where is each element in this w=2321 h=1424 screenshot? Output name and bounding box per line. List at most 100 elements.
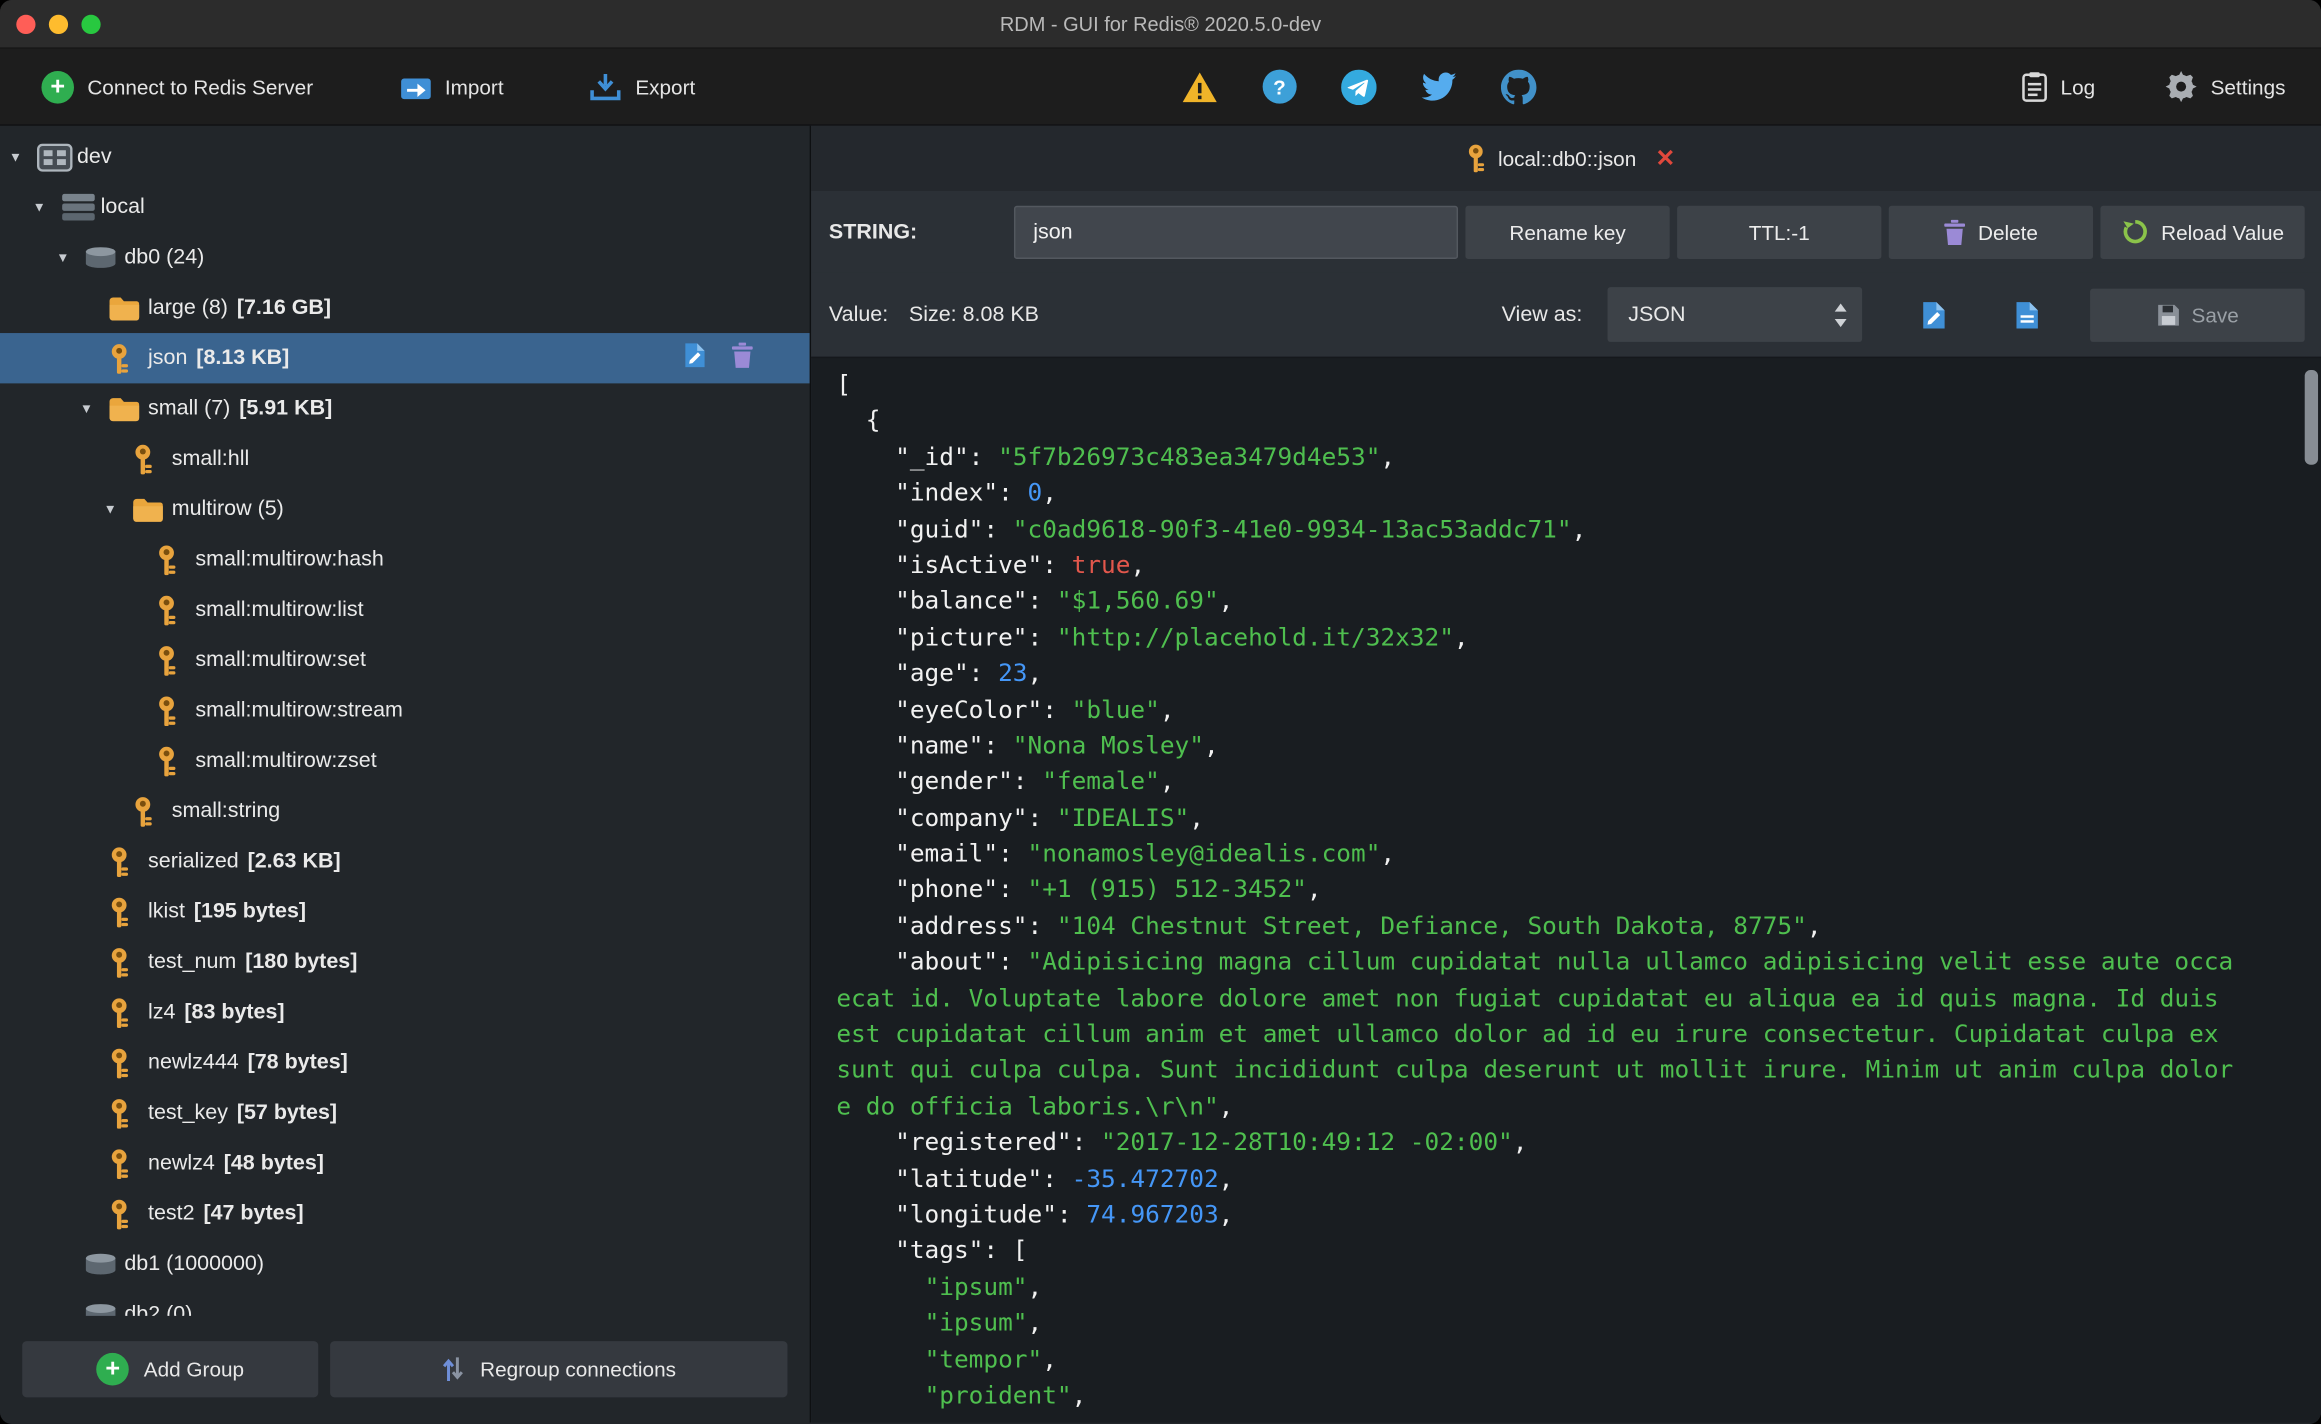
json-viewer[interactable]: [ { "_id": "5f7b26973c483ea3479d4e53", "…	[811, 358, 2321, 1422]
key-icon	[108, 1148, 148, 1179]
twitter-icon[interactable]	[1421, 71, 1457, 102]
tab-local-db0-json[interactable]: local::db0::json ✕	[1465, 144, 1675, 174]
tree-item-large[interactable]: large (8) [7.16 GB]	[0, 283, 810, 333]
connect-to-redis-button[interactable]: + Connect to Redis Server	[41, 70, 313, 103]
zoom-window-button[interactable]	[81, 14, 101, 34]
log-button[interactable]: Log	[2022, 71, 2095, 102]
minimize-window-button[interactable]	[48, 14, 69, 34]
expand-arrow-icon[interactable]: ▼	[33, 200, 61, 215]
toolbar-right-group: Log Settings	[2022, 71, 2321, 103]
import-button[interactable]: Import	[399, 73, 504, 100]
main-area: ▼ dev ▼ local ▼ db0 (24) large (8) [7.16 GB] jso…	[0, 125, 2321, 1423]
rename-key-button[interactable]: Rename key	[1465, 205, 1670, 259]
tree-item-small-string[interactable]: small:string	[0, 786, 810, 836]
reload-value-button[interactable]: Reload Value	[2100, 205, 2305, 259]
help-icon[interactable]: ?	[1262, 69, 1297, 104]
tree-item-serialized[interactable]: serialized [2.63 KB]	[0, 836, 810, 886]
view-as-select[interactable]: JSON	[1607, 287, 1863, 342]
sidebar: ▼ dev ▼ local ▼ db0 (24) large (8) [7.16 GB] jso…	[0, 125, 812, 1423]
export-label: Export	[635, 74, 696, 99]
tree-item-newlz4[interactable]: newlz4 [48 bytes]	[0, 1138, 810, 1188]
tree-item-db0[interactable]: ▼ db0 (24)	[0, 232, 810, 282]
json-line: "tempor",	[924, 1344, 1057, 1373]
tree-item-lkist[interactable]: lkist [195 bytes]	[0, 887, 810, 937]
tree-item-db2[interactable]: db2 (0)	[0, 1289, 810, 1316]
tree-item-size: [78 bytes]	[247, 1050, 348, 1075]
key-icon	[132, 796, 172, 827]
tree-item-actions	[684, 342, 754, 375]
json-line: "latitude": -35.472702,	[836, 1164, 1234, 1193]
tree-item-newlz444[interactable]: newlz444 [78 bytes]	[0, 1038, 810, 1088]
github-icon[interactable]	[1500, 68, 1537, 105]
expand-arrow-icon[interactable]: ▼	[80, 401, 108, 416]
value-panel: local::db0::json ✕ STRING: Rename key TT…	[811, 125, 2321, 1423]
view-as-text-button[interactable]	[2015, 300, 2040, 330]
value-label: Value:	[828, 302, 889, 327]
save-floppy-icon	[2156, 303, 2180, 327]
regroup-connections-button[interactable]: Regroup connections	[330, 1341, 788, 1398]
tree-item-small-multirow-hash[interactable]: small:multirow:hash	[0, 534, 810, 584]
db-icon	[84, 1252, 124, 1276]
tree-item-multirow[interactable]: ▼ multirow (5)	[0, 484, 810, 534]
key-icon	[1465, 144, 1486, 174]
tree-item-small-multirow-zset[interactable]: small:multirow:zset	[0, 736, 810, 786]
tab-close-icon[interactable]: ✕	[1655, 144, 1675, 174]
json-line: "age": 23,	[836, 658, 1043, 688]
ttl-button[interactable]: TTL:-1	[1677, 205, 1882, 259]
connection-tree: ▼ dev ▼ local ▼ db0 (24) large (8) [7.16 GB] jso…	[0, 126, 810, 1316]
tree-item-lz4[interactable]: lz4 [83 bytes]	[0, 987, 810, 1037]
telegram-icon[interactable]	[1340, 68, 1377, 105]
key-icon	[155, 594, 195, 625]
tree-item-small-multirow-list[interactable]: small:multirow:list	[0, 585, 810, 635]
settings-button[interactable]: Settings	[2166, 71, 2285, 103]
tree-item-label: large (8)	[148, 296, 228, 320]
view-as-value: JSON	[1628, 302, 1686, 327]
tab-title: local::db0::json	[1497, 146, 1637, 171]
tree-item-test2[interactable]: test2 [47 bytes]	[0, 1189, 810, 1239]
json-line: "proident",	[924, 1380, 1087, 1410]
regroup-arrows-icon	[442, 1356, 466, 1383]
plus-icon: +	[96, 1352, 129, 1386]
json-line: "email": "nonamosley@idealis.com",	[836, 839, 1396, 868]
key-icon	[108, 896, 148, 927]
export-button[interactable]: Export	[589, 72, 695, 102]
expand-arrow-icon[interactable]: ▼	[9, 150, 37, 165]
tree-item-dev[interactable]: ▼ dev	[0, 132, 810, 182]
key-icon	[108, 343, 148, 374]
toolbar: + Connect to Redis Server Import Export …	[0, 48, 2321, 126]
json-line: "name": "Nona Mosley",	[836, 731, 1219, 760]
tree-item-small[interactable]: ▼ small (7) [5.91 KB]	[0, 383, 810, 433]
open-in-editor-button[interactable]	[1921, 300, 1946, 330]
key-name-input[interactable]	[1013, 205, 1459, 259]
tree-item-label: small:hll	[171, 447, 250, 471]
scrollbar-thumb[interactable]	[2304, 370, 2319, 465]
expand-arrow-icon[interactable]: ▼	[56, 250, 84, 265]
tree-item-small-multirow-set[interactable]: small:multirow:set	[0, 635, 810, 685]
delete-label: Delete	[1977, 219, 2038, 244]
close-window-button[interactable]	[16, 14, 36, 34]
key-type-label: STRING:	[828, 219, 918, 244]
edit-key-icon[interactable]	[684, 342, 706, 375]
expand-arrow-icon[interactable]: ▼	[104, 502, 132, 517]
save-button[interactable]: Save	[2090, 287, 2305, 342]
folder-icon	[132, 497, 172, 522]
json-line: "registered": "2017-12-28T10:49:12 -02:0…	[836, 1128, 1528, 1157]
delete-key-button[interactable]: Delete	[1888, 205, 2094, 259]
tree-item-test_key[interactable]: test_key [57 bytes]	[0, 1088, 810, 1138]
tree-item-label: test_key	[148, 1101, 228, 1125]
folder-icon	[108, 396, 148, 421]
tree-item-db1[interactable]: db1 (1000000)	[0, 1239, 810, 1289]
tree-item-local[interactable]: ▼ local	[0, 182, 810, 232]
tree-item-label: small:string	[171, 799, 281, 824]
warning-icon[interactable]	[1181, 70, 1218, 103]
tree-item-test_num[interactable]: test_num [180 bytes]	[0, 937, 810, 987]
tree-item-json[interactable]: json [8.13 KB]	[0, 333, 810, 384]
delete-key-icon[interactable]	[731, 342, 753, 375]
add-group-button[interactable]: + Add Group	[22, 1341, 319, 1398]
key-icon	[108, 1198, 148, 1229]
value-size-label: Size: 8.08 KB	[908, 302, 1039, 327]
connect-label: Connect to Redis Server	[87, 74, 314, 99]
traffic-lights	[0, 14, 101, 34]
tree-item-small-hll[interactable]: small:hll	[0, 434, 810, 484]
tree-item-small-multirow-stream[interactable]: small:multirow:stream	[0, 685, 810, 735]
